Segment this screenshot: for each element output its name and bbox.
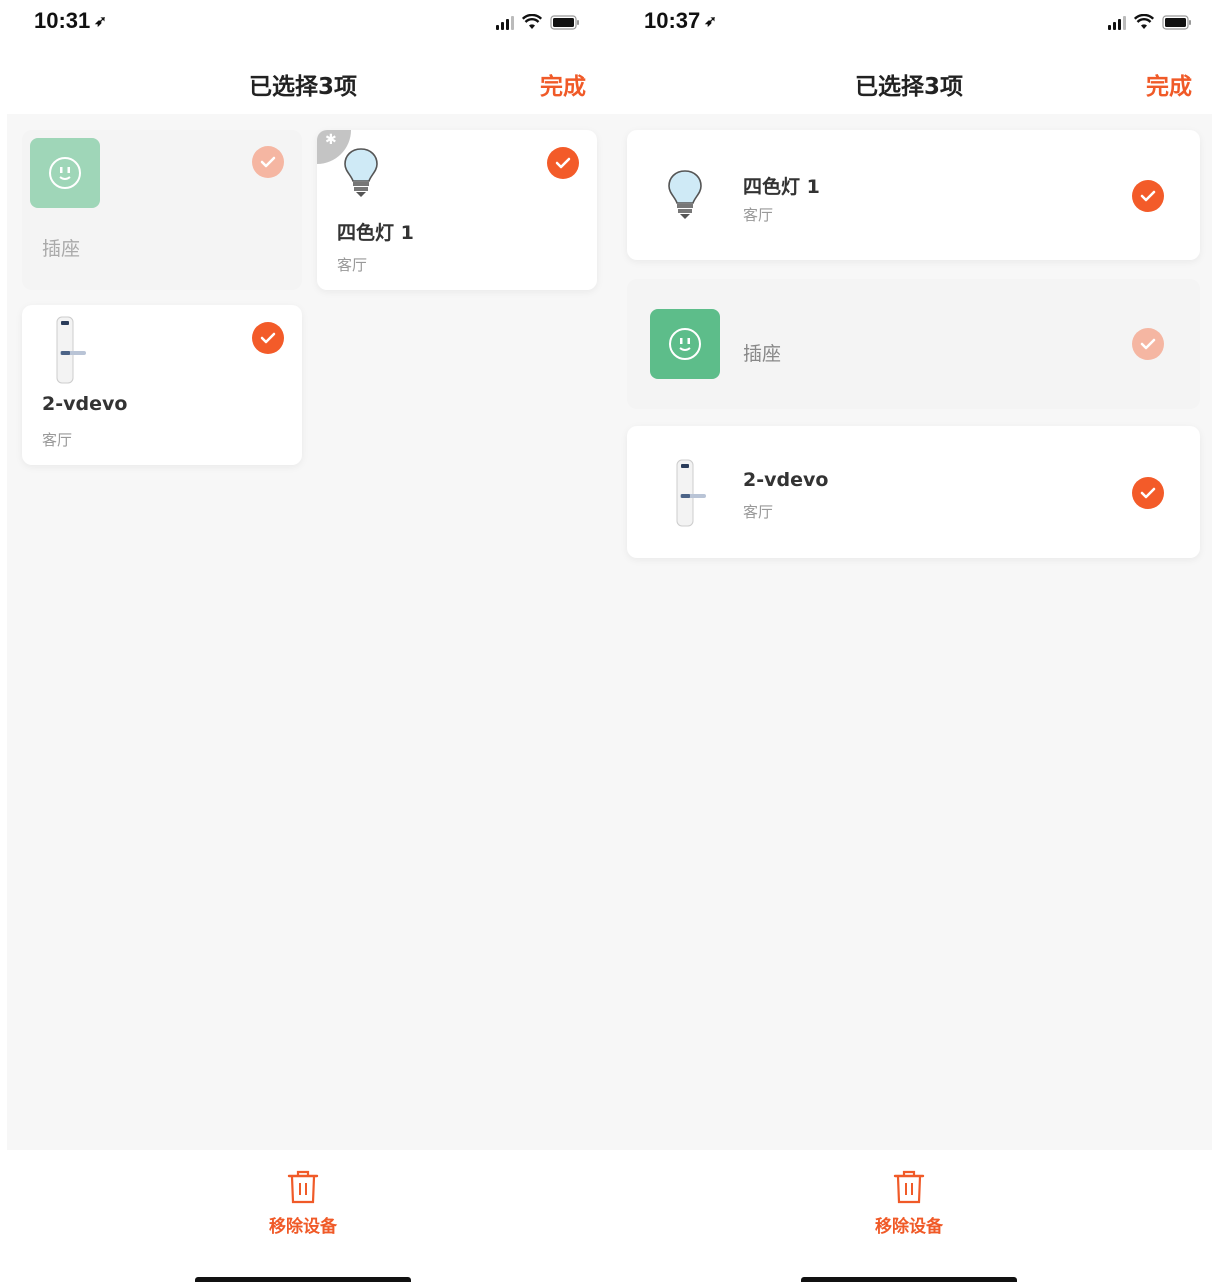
selected-check-icon[interactable]	[1132, 180, 1164, 212]
done-button[interactable]: 完成	[1146, 67, 1192, 101]
status-bar: 10:31 ➶	[0, 0, 606, 46]
screens-container: 10:31 ➶ 已选择3项 完成 插座 ✱ 四色灯 1 客厅 2-vdevo 客…	[0, 0, 1212, 1282]
socket-icon	[650, 309, 720, 379]
device-name: 插座	[42, 238, 81, 260]
bulb-icon	[344, 148, 378, 197]
selected-check-icon[interactable]	[252, 322, 284, 354]
home-indicator	[801, 1277, 1017, 1282]
battery-icon	[1162, 15, 1192, 30]
door-lock-icon	[676, 459, 706, 527]
device-row-socket[interactable]: 插座	[627, 279, 1200, 409]
nav-bar: 已选择3项 完成	[0, 52, 606, 112]
cellular-signal-icon	[496, 16, 514, 30]
location-arrow-icon: ➶	[94, 13, 107, 30]
device-name: 四色灯 1	[337, 222, 414, 244]
device-name: 2-vdevo	[743, 469, 829, 491]
bulb-icon	[668, 170, 702, 219]
door-lock-icon	[56, 316, 86, 384]
device-grid: 插座 ✱ 四色灯 1 客厅 2-vdevo 客厅	[7, 114, 606, 1150]
selected-check-icon[interactable]	[252, 146, 284, 178]
device-name: 插座	[743, 343, 782, 365]
device-room: 客厅	[337, 256, 368, 274]
device-room: 客厅	[743, 503, 774, 521]
status-time: 10:31	[34, 8, 91, 33]
device-card-bulb[interactable]: ✱ 四色灯 1 客厅	[317, 130, 597, 290]
trash-icon	[287, 1170, 319, 1204]
selected-check-icon[interactable]	[1132, 328, 1164, 360]
page-title: 已选择3项	[854, 74, 963, 100]
phone-screen-grid: 10:31 ➶ 已选择3项 完成 插座 ✱ 四色灯 1 客厅 2-vdevo 客…	[0, 0, 606, 1282]
device-name: 2-vdevo	[42, 393, 128, 415]
bottom-bar: 移除设备	[0, 1150, 606, 1282]
status-time: 10:37	[644, 8, 701, 33]
trash-icon	[893, 1170, 925, 1204]
device-card-socket[interactable]: 插座	[22, 130, 302, 290]
cellular-signal-icon	[1108, 16, 1126, 30]
wifi-icon	[1134, 14, 1154, 30]
nav-bar: 已选择3项 完成	[606, 52, 1212, 112]
remove-device-label: 移除设备	[269, 1217, 337, 1237]
page-title: 已选择3项	[248, 74, 357, 100]
home-indicator	[195, 1277, 411, 1282]
remove-device-button[interactable]: 移除设备	[606, 1170, 1212, 1237]
wifi-icon	[522, 14, 542, 30]
remove-device-label: 移除设备	[875, 1217, 943, 1237]
battery-icon	[550, 15, 580, 30]
socket-icon	[30, 138, 100, 208]
device-name: 四色灯 1	[743, 176, 820, 198]
device-row-bulb[interactable]: 四色灯 1 客厅	[627, 130, 1200, 260]
location-arrow-icon: ➶	[704, 13, 717, 30]
selected-check-icon[interactable]	[1132, 477, 1164, 509]
status-bar: 10:37 ➶	[606, 0, 1212, 46]
device-room: 客厅	[743, 206, 774, 224]
status-icons	[1108, 12, 1192, 30]
selected-check-icon[interactable]	[547, 147, 579, 179]
device-row-lock[interactable]: 2-vdevo 客厅	[627, 426, 1200, 558]
device-room: 客厅	[42, 431, 73, 449]
device-list: 四色灯 1 客厅 插座 2-vdevo 客厅	[606, 114, 1212, 1150]
phone-screen-list: 10:37 ➶ 已选择3项 完成 四色灯 1 客厅 插座 2-vdevo 客厅 …	[606, 0, 1212, 1282]
done-button[interactable]: 完成	[540, 67, 586, 101]
remove-device-button[interactable]: 移除设备	[0, 1170, 606, 1237]
bottom-bar: 移除设备	[606, 1150, 1212, 1282]
device-card-lock[interactable]: 2-vdevo 客厅	[22, 305, 302, 465]
status-icons	[496, 12, 580, 30]
